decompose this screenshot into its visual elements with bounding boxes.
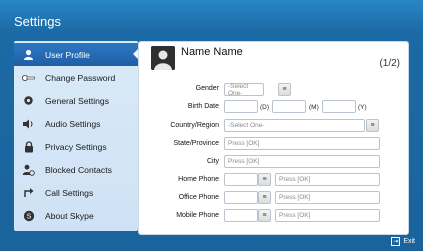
window-title: Settings	[14, 14, 61, 29]
birth-date-label: Birth Date	[187, 103, 219, 110]
office-phone-label: Office Phone	[178, 194, 219, 201]
year-unit: (Y)	[358, 104, 367, 111]
gender-select[interactable]: -Select One-	[224, 83, 264, 97]
sidebar-item-label: Change Password	[45, 72, 116, 83]
mobile-phone-type-select[interactable]	[224, 209, 258, 222]
sidebar-item-user-profile[interactable]: User Profile	[14, 43, 138, 66]
country-label: Country/Region	[170, 122, 219, 129]
birth-month-field[interactable]	[272, 100, 306, 113]
svg-text:S: S	[26, 213, 31, 220]
sidebar-item-privacy-settings[interactable]: Privacy Settings	[14, 135, 138, 158]
birth-year-field[interactable]	[322, 100, 356, 113]
home-phone-label: Home Phone	[178, 176, 219, 183]
profile-name: Name Name	[181, 46, 243, 58]
month-unit: (M)	[309, 104, 319, 111]
mobile-phone-field[interactable]: Press [OK]	[275, 209, 380, 222]
exit-icon: ⇥	[391, 237, 401, 246]
sidebar-item-label: Audio Settings	[45, 118, 101, 129]
sidebar-item-label: Privacy Settings	[45, 141, 107, 152]
user-profile-panel: Name Name (1/2) Gender -Select One- ≡ Bi…	[138, 41, 409, 235]
city-field[interactable]: Press [OK]	[224, 155, 380, 168]
sidebar-item-change-password[interactable]: Change Password	[14, 66, 138, 89]
day-unit: (D)	[260, 104, 270, 111]
gender-label: Gender	[195, 85, 219, 92]
country-dropdown-button[interactable]: ≡	[366, 119, 379, 132]
key-icon	[22, 71, 35, 84]
skype-icon: S	[22, 209, 35, 222]
avatar	[151, 46, 175, 70]
sidebar-item-label: About Skype	[45, 210, 94, 221]
state-field[interactable]: Press [OK]	[224, 137, 380, 150]
office-phone-type-select[interactable]	[224, 191, 258, 204]
exit-button[interactable]: ⇥ Exit	[391, 237, 415, 246]
footer-bar: ⇥ Exit	[0, 235, 423, 251]
gender-dropdown-button[interactable]: ≡	[278, 83, 291, 96]
sidebar-item-about-skype[interactable]: S About Skype	[14, 204, 138, 227]
state-label: State/Province	[173, 140, 219, 147]
lock-icon	[22, 140, 35, 153]
sidebar-item-label: Call Settings	[45, 187, 94, 198]
gear-icon	[22, 94, 35, 107]
title-bar: Settings	[0, 0, 423, 32]
home-phone-dropdown-button[interactable]: ≡	[258, 173, 271, 186]
sidebar-item-audio-settings[interactable]: Audio Settings	[14, 112, 138, 135]
page-indicator: (1/2)	[379, 58, 400, 69]
sidebar-item-general-settings[interactable]: General Settings	[14, 89, 138, 112]
settings-window: Settings User Profile Change Password Ge…	[0, 0, 423, 251]
speaker-icon	[22, 117, 35, 130]
country-select[interactable]: -Select One-	[224, 119, 365, 132]
call-forward-icon	[22, 186, 35, 199]
sidebar-item-label: User Profile	[45, 49, 90, 60]
office-phone-field[interactable]: Press [OK]	[275, 191, 380, 204]
home-phone-field[interactable]: Press [OK]	[275, 173, 380, 186]
blocked-user-icon	[22, 163, 35, 176]
mobile-phone-dropdown-button[interactable]: ≡	[258, 209, 271, 222]
exit-label: Exit	[403, 238, 415, 245]
home-phone-type-select[interactable]	[224, 173, 258, 186]
sidebar-item-label: General Settings	[45, 95, 110, 106]
sidebar-item-label: Blocked Contacts	[45, 164, 112, 175]
birth-day-field[interactable]	[224, 100, 258, 113]
settings-sidebar: User Profile Change Password General Set…	[14, 41, 138, 231]
office-phone-dropdown-button[interactable]: ≡	[258, 191, 271, 204]
user-icon	[22, 48, 35, 61]
mobile-phone-label: Mobile Phone	[176, 212, 219, 219]
sidebar-item-call-settings[interactable]: Call Settings	[14, 181, 138, 204]
city-label: City	[206, 158, 219, 165]
sidebar-item-blocked-contacts[interactable]: Blocked Contacts	[14, 158, 138, 181]
